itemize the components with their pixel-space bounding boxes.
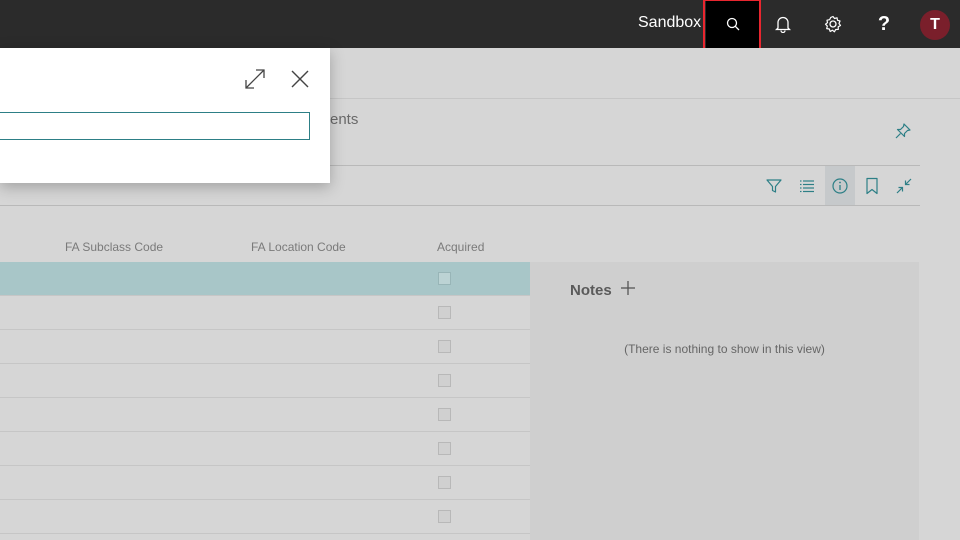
help-icon: ? — [877, 12, 891, 35]
collapse-button[interactable] — [889, 171, 919, 201]
gear-icon — [824, 15, 842, 33]
notes-empty-message: (There is nothing to show in this view) — [624, 342, 825, 356]
table-row[interactable] — [0, 330, 530, 364]
list-view-button[interactable] — [792, 171, 822, 201]
pin-button[interactable] — [894, 122, 912, 145]
collapse-icon — [896, 178, 912, 194]
list-icon — [800, 180, 814, 193]
close-dialog-button[interactable] — [286, 65, 314, 93]
search-icon — [726, 17, 740, 31]
column-header-fa-subclass-code[interactable]: FA Subclass Code — [65, 240, 163, 254]
environment-name: Sandbox — [638, 14, 702, 31]
table-row[interactable] — [0, 398, 530, 432]
acquired-checkbox[interactable] — [438, 340, 451, 353]
page-tab-label[interactable]: ents — [330, 111, 358, 128]
pin-icon — [895, 123, 911, 139]
bell-icon — [775, 16, 791, 33]
column-header-fa-location-code[interactable]: FA Location Code — [251, 240, 346, 254]
close-icon — [291, 70, 309, 88]
bookmark-button[interactable] — [857, 171, 887, 201]
user-avatar[interactable]: T — [920, 10, 950, 40]
table-row[interactable] — [0, 364, 530, 398]
acquired-checkbox[interactable] — [438, 510, 451, 523]
table-row[interactable] — [0, 500, 530, 534]
factbox-toggle-button[interactable] — [825, 166, 855, 205]
notes-title: Notes — [570, 282, 612, 299]
plus-icon — [621, 281, 635, 295]
acquired-checkbox[interactable] — [438, 476, 451, 489]
notes-factbox: Notes (There is nothing to show in this … — [530, 262, 919, 540]
top-bar: Sandbox ? T — [0, 0, 960, 53]
add-note-button[interactable] — [619, 279, 637, 302]
table-row[interactable] — [0, 466, 530, 500]
settings-button[interactable] — [809, 0, 857, 48]
data-grid — [0, 262, 530, 534]
expand-icon — [245, 69, 265, 89]
filter-button[interactable] — [759, 171, 789, 201]
table-row[interactable] — [0, 432, 530, 466]
search-dialog — [0, 48, 330, 183]
info-icon — [832, 177, 848, 194]
acquired-checkbox[interactable] — [438, 306, 451, 319]
table-row[interactable] — [0, 262, 530, 296]
search-button[interactable] — [706, 0, 760, 48]
expand-dialog-button[interactable] — [241, 65, 269, 93]
table-row[interactable] — [0, 296, 530, 330]
filter-icon — [766, 179, 782, 193]
action-bar-bottom-border — [0, 205, 920, 206]
acquired-checkbox[interactable] — [438, 272, 451, 285]
acquired-checkbox[interactable] — [438, 408, 451, 421]
notifications-button[interactable] — [759, 0, 807, 48]
bookmark-icon — [866, 177, 878, 195]
search-input[interactable] — [0, 112, 310, 140]
acquired-checkbox[interactable] — [438, 374, 451, 387]
column-header-acquired[interactable]: Acquired — [437, 240, 484, 254]
help-button[interactable]: ? — [860, 0, 908, 48]
acquired-checkbox[interactable] — [438, 442, 451, 455]
